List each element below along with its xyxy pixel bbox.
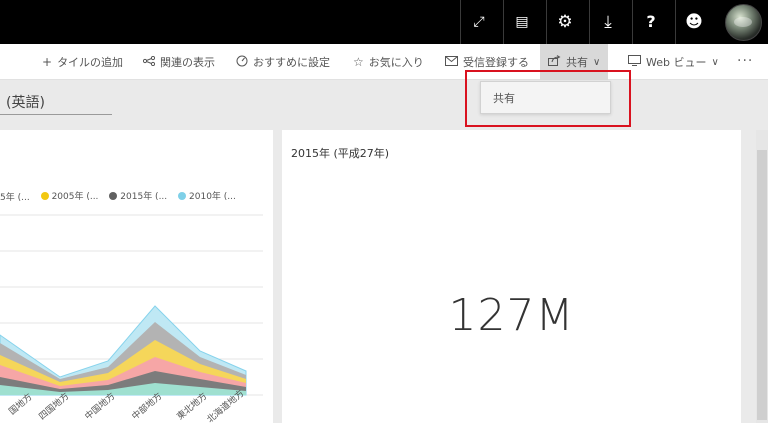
legend-dot	[40, 191, 49, 200]
plus-icon: +	[42, 55, 53, 69]
related-icon	[142, 55, 156, 69]
legend-label: 2010年 (...	[189, 192, 236, 202]
related-button[interactable]: 関連の表示	[142, 44, 215, 80]
legend-dot	[109, 191, 118, 200]
subscribe-label: 受信登録する	[463, 56, 529, 69]
legend-item: 2005年 (...	[40, 189, 99, 202]
top-bar: ⤢ ▤ ⚙ ⤓ ? ☻	[0, 0, 768, 44]
web-view-label: Web ビュー	[646, 56, 707, 69]
legend-label: 2015年 (...	[120, 192, 168, 202]
chevron-down-icon: ∨	[593, 56, 601, 68]
featured-button[interactable]: おすすめに設定	[236, 44, 330, 80]
gear-icon[interactable]: ⚙	[546, 0, 583, 44]
legend-dot	[178, 191, 187, 200]
favorite-button[interactable]: ☆ お気に入り	[353, 44, 424, 80]
card-value: 127M	[448, 290, 575, 341]
chart-legend: 5年 (... 2005年 (... 2015年 (... 2010年 (...	[0, 189, 244, 203]
legend-label: 5年 (...	[0, 192, 30, 203]
mail-icon	[445, 55, 458, 69]
chevron-down-icon: ∨	[711, 56, 719, 68]
avatar[interactable]	[725, 4, 762, 41]
card-title: 2015年 (平成27年)	[291, 147, 390, 160]
share-label: 共有	[566, 56, 588, 69]
more-options-button[interactable]: ···	[737, 44, 753, 80]
legend-label: 2005年 (...	[51, 192, 99, 202]
star-icon: ☆	[353, 55, 364, 69]
action-bar: + タイルの追加 関連の表示 おすすめに設定 ☆ お気に入り 受信登録する 共有 ∨…	[0, 44, 768, 80]
download-icon[interactable]: ⤓	[589, 0, 626, 44]
help-icon[interactable]: ?	[632, 0, 669, 44]
scrollbar-thumb[interactable]	[757, 150, 767, 420]
gauge-icon	[236, 55, 248, 70]
smiley-icon[interactable]: ☻	[675, 0, 712, 44]
card-tile[interactable]: 2015年 (平成27年) 127M	[282, 130, 741, 423]
comment-icon[interactable]: ▤	[503, 0, 540, 44]
highlight-box	[465, 70, 631, 127]
web-view-button[interactable]: Web ビュー ∨	[628, 44, 719, 80]
legend-item: 5年 (...	[0, 190, 30, 203]
dashboard-title-field[interactable]: (英語)	[0, 93, 112, 115]
monitor-icon	[628, 55, 641, 69]
add-tile-label: タイルの追加	[57, 56, 124, 69]
related-label: 関連の表示	[160, 56, 215, 69]
favorite-label: お気に入り	[368, 56, 424, 69]
expand-icon[interactable]: ⤢	[460, 0, 497, 44]
share-icon	[548, 55, 561, 69]
add-tile-button[interactable]: + タイルの追加	[42, 44, 123, 80]
legend-item: 2010年 (...	[178, 189, 236, 202]
legend-item: 2015年 (...	[109, 189, 167, 202]
area-chart: 国地方 四国地方 中国地方 中部地方 東北地方 北海道地方	[0, 214, 263, 423]
featured-label: おすすめに設定	[253, 56, 330, 69]
